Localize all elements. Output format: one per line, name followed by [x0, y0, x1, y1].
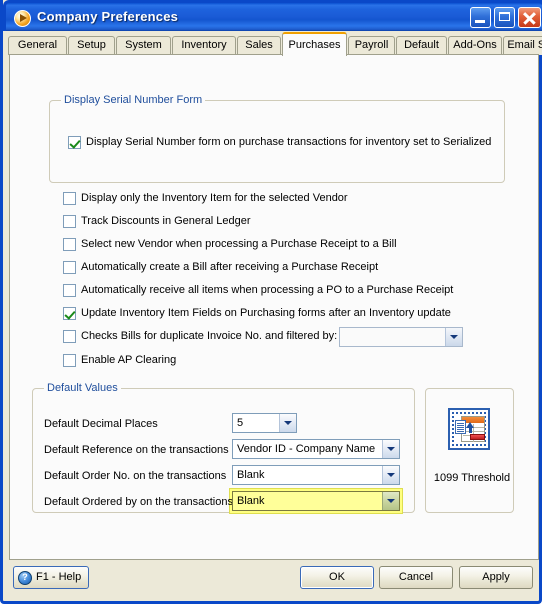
- purchases-tab-panel: Display Serial Number Form Display Seria…: [9, 54, 539, 560]
- checkbox-update-inventory-item-fields[interactable]: [63, 307, 76, 320]
- minimize-icon[interactable]: [470, 7, 491, 28]
- play-circle-icon: [14, 10, 31, 27]
- tab-sales[interactable]: Sales: [237, 36, 281, 55]
- tab-default[interactable]: Default: [396, 36, 447, 55]
- combo-value-default-reference: Vendor ID - Company Name: [237, 443, 376, 455]
- tab-setup[interactable]: Setup: [68, 36, 115, 55]
- checkbox-label-select-new-vendor: Select new Vendor when processing a Purc…: [81, 238, 397, 250]
- combo-default-ordered-by[interactable]: Blank: [232, 491, 400, 511]
- combo-default-order-no[interactable]: Blank: [232, 465, 400, 485]
- question-circle-icon: [18, 571, 32, 585]
- tab-strip: General Setup System Inventory Sales Pur…: [6, 31, 542, 56]
- checkbox-label-enable-ap-clearing: Enable AP Clearing: [81, 354, 177, 366]
- label-default-reference: Default Reference on the transactions: [44, 444, 229, 456]
- default-values-group-title: Default Values: [44, 382, 121, 394]
- checkbox-label-auto-receive-all-items: Automatically receive all items when pro…: [81, 284, 454, 296]
- tab-email-setup[interactable]: Email Setup: [503, 36, 542, 55]
- ok-button[interactable]: OK: [300, 566, 374, 589]
- label-default-order-no: Default Order No. on the transactions: [44, 470, 227, 482]
- checkbox-auto-receive-all-items[interactable]: [63, 284, 76, 297]
- checkbox-check-duplicate-invoice[interactable]: [63, 330, 76, 343]
- label-default-ordered-by: Default Ordered by on the transactions: [44, 496, 233, 508]
- chevron-down-icon[interactable]: [382, 466, 399, 484]
- tab-add-ons[interactable]: Add-Ons: [448, 36, 502, 55]
- combo-value-default-decimal-places: 5: [237, 417, 244, 429]
- checkbox-label-track-discounts: Track Discounts in General Ledger: [81, 215, 251, 227]
- tab-inventory[interactable]: Inventory: [172, 36, 236, 55]
- checkbox-display-only-inventory-item[interactable]: [63, 192, 76, 205]
- combo-value-default-order-no: Blank: [237, 469, 265, 481]
- checkbox-label-display-only-inventory-item: Display only the Inventory Item for the …: [81, 192, 348, 204]
- threshold-panel: [425, 388, 514, 513]
- maximize-icon[interactable]: [494, 7, 515, 28]
- chevron-down-icon[interactable]: [279, 414, 296, 432]
- combo-value-default-ordered-by: Blank: [237, 495, 265, 507]
- chevron-down-icon[interactable]: [382, 492, 399, 510]
- checkbox-label-auto-create-bill: Automatically create a Bill after receiv…: [81, 261, 379, 273]
- label-default-decimal-places: Default Decimal Places: [44, 418, 158, 430]
- tab-payroll[interactable]: Payroll: [348, 36, 395, 55]
- display-serial-number-group: Display Serial Number Form Display Seria…: [49, 94, 505, 183]
- threshold-panel-label: 1099 Threshold: [433, 472, 511, 484]
- company-preferences-window: Company Preferences General Setup System…: [0, 0, 542, 604]
- apply-button[interactable]: Apply: [459, 566, 533, 589]
- close-icon[interactable]: [518, 7, 541, 28]
- combo-default-reference[interactable]: Vendor ID - Company Name: [232, 439, 400, 459]
- checkbox-label-display-serial-number: Display Serial Number form on purchase t…: [86, 136, 492, 148]
- checkbox-auto-create-bill[interactable]: [63, 261, 76, 274]
- checkbox-display-serial-number[interactable]: [68, 136, 81, 149]
- f1-help-button[interactable]: F1 - Help: [13, 566, 89, 589]
- checkbox-label-check-duplicate-invoice: Checks Bills for duplicate Invoice No. a…: [81, 330, 338, 342]
- chevron-down-icon[interactable]: [445, 328, 462, 346]
- checkbox-select-new-vendor[interactable]: [63, 238, 76, 251]
- cancel-button[interactable]: Cancel: [379, 566, 453, 589]
- f1-help-button-label: F1 - Help: [36, 571, 82, 583]
- display-serial-number-group-title: Display Serial Number Form: [61, 94, 206, 106]
- title-bar[interactable]: Company Preferences: [3, 0, 542, 31]
- tab-general[interactable]: General: [8, 36, 67, 55]
- duplicate-invoice-filter-combo[interactable]: [339, 327, 463, 347]
- window-title: Company Preferences: [37, 9, 179, 24]
- spreadsheet-import-icon[interactable]: [448, 408, 490, 450]
- checkbox-track-discounts[interactable]: [63, 215, 76, 228]
- checkbox-enable-ap-clearing[interactable]: [63, 354, 76, 367]
- combo-default-decimal-places[interactable]: 5: [232, 413, 297, 433]
- checkbox-label-update-inventory-item-fields: Update Inventory Item Fields on Purchasi…: [81, 307, 451, 319]
- tab-purchases[interactable]: Purchases: [282, 32, 347, 56]
- tab-system[interactable]: System: [116, 36, 171, 55]
- chevron-down-icon[interactable]: [382, 440, 399, 458]
